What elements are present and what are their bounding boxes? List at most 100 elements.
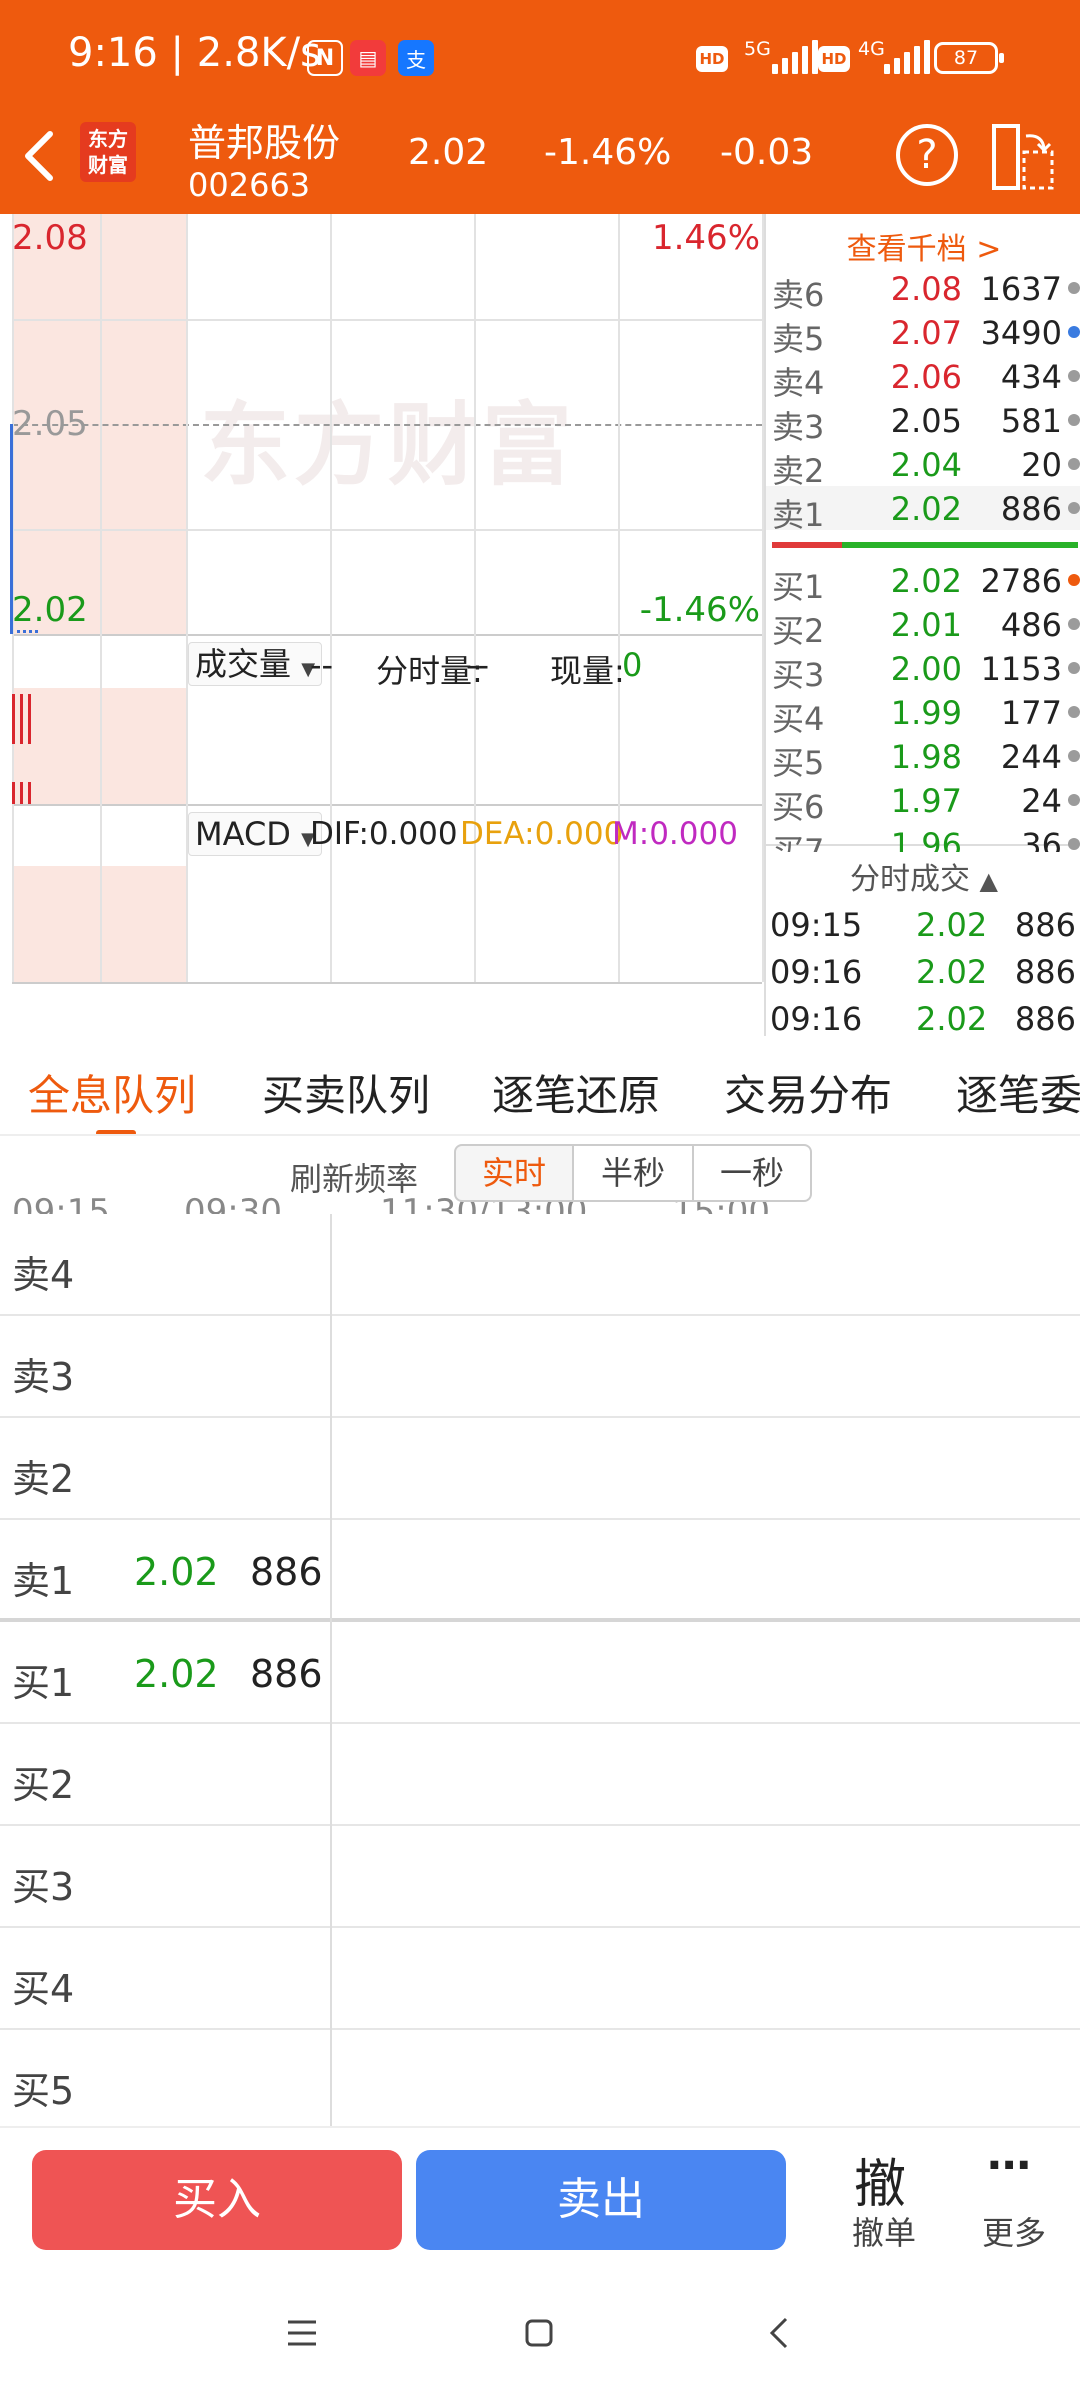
tab-trade-distribution[interactable]: 交易分布 [724, 1062, 892, 1123]
tab-order-queue[interactable]: 买卖队列 [262, 1062, 430, 1123]
help-button[interactable]: ? [896, 124, 958, 186]
queue-row[interactable]: 买1 2.02 886 [0, 1622, 1080, 1724]
more-button[interactable]: ··· 更多 [960, 2128, 1070, 2270]
trade-action-bar: 买入 卖出 撤 撤单 ··· 更多 [0, 2126, 1080, 2268]
level-label: 买7 [772, 832, 825, 852]
cancel-order-button[interactable]: 撤 撤单 [830, 2128, 940, 2270]
grid-line [100, 214, 102, 982]
order-level-row[interactable]: 卖3 2.05 581 [766, 398, 1080, 446]
queue-row[interactable]: 卖1 2.02 886 [0, 1520, 1080, 1622]
order-level-row[interactable]: 买3 2.00 1153 [766, 646, 1080, 694]
order-level-row[interactable]: 卖1 2.02 886 [766, 486, 1080, 534]
level-dot-icon [1068, 370, 1080, 382]
question-icon: ? [916, 132, 938, 178]
queue-row[interactable]: 卖3 [0, 1316, 1080, 1418]
queue-row[interactable]: 买2 [0, 1724, 1080, 1826]
order-level-row[interactable]: 卖4 2.06 434 [766, 354, 1080, 402]
level-volume: 3490 [980, 314, 1062, 352]
level-volume: 1637 [980, 270, 1062, 308]
bid-ask-ratio-bar [772, 542, 1078, 548]
grid-line [12, 529, 762, 531]
refresh-realtime-button[interactable]: 实时 [454, 1144, 574, 1202]
level-label: 卖1 [772, 496, 825, 534]
buy-button[interactable]: 买入 [32, 2150, 402, 2250]
queue-row[interactable]: 卖2 [0, 1418, 1080, 1520]
menu-icon[interactable] [286, 2318, 318, 2348]
queue-row[interactable]: 买4 [0, 1928, 1080, 2030]
order-level-row[interactable]: 买5 1.98 244 [766, 734, 1080, 782]
level-price: 2.06 [890, 358, 962, 396]
sell-button[interactable]: 卖出 [416, 2150, 786, 2250]
order-level-row[interactable]: 卖6 2.08 1637 [766, 266, 1080, 314]
refresh-one-second-button[interactable]: 一秒 [692, 1144, 812, 1202]
macd-select-label: MACD [195, 815, 291, 853]
order-level-row[interactable]: 买7 1.96 36 [766, 822, 1080, 852]
tab-tick-orders[interactable]: 逐笔委 [956, 1062, 1080, 1123]
home-icon[interactable] [524, 2318, 554, 2348]
volume-select[interactable]: 成交量 ▼ [188, 642, 323, 686]
clock: 9:16 [68, 30, 158, 76]
price-high: 2.08 [12, 218, 88, 258]
level-volume: 24 [1021, 782, 1062, 820]
tick-price: 2.02 [916, 1000, 988, 1038]
tab-full-queue[interactable]: 全息队列 [28, 1062, 196, 1123]
level-dot-icon [1068, 458, 1080, 470]
level-dot-icon [1068, 574, 1080, 586]
app-logo: 东方财富 [80, 122, 136, 182]
queue-level: 卖3 [12, 1355, 75, 1399]
tick-trades-header[interactable]: 分时成交 ▲ [766, 854, 1080, 898]
level-dot-icon [1068, 502, 1080, 514]
level-price: 2.02 [890, 490, 962, 528]
order-level-row[interactable]: 买6 1.97 24 [766, 778, 1080, 826]
back-icon[interactable] [768, 2316, 790, 2350]
pct-low: -1.46% [639, 590, 760, 630]
tick-volume: 886 [1014, 1000, 1076, 1038]
sim2-network: 4G [858, 38, 885, 60]
order-level-row[interactable]: 买2 2.01 486 [766, 602, 1080, 650]
level-price: 2.04 [890, 446, 962, 484]
cancel-order-label: 撤单 [852, 2214, 917, 2252]
tab-tick-replay[interactable]: 逐笔还原 [492, 1062, 660, 1123]
system-navigation-bar [0, 2268, 1080, 2400]
battery-icon: 87 [934, 42, 1004, 74]
level-dot-icon [1068, 618, 1080, 630]
macd-select[interactable]: MACD ▼ [188, 812, 322, 856]
level-volume: 581 [1000, 402, 1062, 440]
macd-dif: DIF:0.000 [310, 816, 458, 852]
view-1000-levels-link[interactable]: 查看千档 > [766, 224, 1080, 268]
ask-ratio [772, 542, 842, 548]
chevron-left-icon [25, 131, 53, 181]
order-level-row[interactable]: 买1 2.02 2786 [766, 558, 1080, 606]
level-volume: 36 [1021, 826, 1062, 852]
level-price: 2.02 [890, 562, 962, 600]
volume-indicator-bar: 成交量 ▼ -- 分时量: -- 现量: 0 [0, 636, 764, 694]
tick-time: 09:15 [770, 906, 863, 944]
order-level-row[interactable]: 卖5 2.07 3490 [766, 310, 1080, 358]
level-price: 2.08 [890, 270, 962, 308]
analysis-tabs: 全息队列 买卖队列 逐笔还原 交易分布 逐笔委 [0, 1036, 1080, 1136]
landscape-button[interactable] [990, 120, 1056, 194]
tick-volume: 886 [1014, 906, 1076, 944]
queue-row[interactable]: 买5 [0, 2030, 1080, 2132]
level-volume: 486 [1000, 606, 1062, 644]
refresh-half-second-button[interactable]: 半秒 [574, 1144, 694, 1202]
queue-level: 卖4 [12, 1253, 75, 1297]
order-level-row[interactable]: 买4 1.99 177 [766, 690, 1080, 738]
queue-level: 卖2 [12, 1457, 75, 1501]
intraday-chart[interactable]: 东方财富 2.08 2.05 2.02 1.46% -1.46% 成交量 ▼ -… [0, 214, 770, 1232]
order-level-row[interactable]: 卖2 2.04 20 [766, 442, 1080, 490]
chart-watermark: 东方财富 [200, 393, 576, 498]
back-button[interactable] [20, 126, 80, 198]
level-dot-icon [1068, 838, 1080, 850]
more-dots-icon: ··· [986, 2140, 1032, 2191]
level-volume: 434 [1000, 358, 1062, 396]
level-volume: 244 [1000, 738, 1062, 776]
tick-price: 2.02 [916, 906, 988, 944]
queue-row[interactable]: 买3 [0, 1826, 1080, 1928]
level-dot-icon [1068, 750, 1080, 762]
battery-level: 87 [953, 47, 979, 69]
queue-table: 卖4 卖3 卖2 卖1 2.02 886 买1 2.02 886 买2 买3 买4 买5 [0, 1214, 1080, 2132]
price-mid: 2.05 [12, 404, 88, 444]
queue-row[interactable]: 卖4 [0, 1214, 1080, 1316]
volume-bar [28, 782, 31, 804]
